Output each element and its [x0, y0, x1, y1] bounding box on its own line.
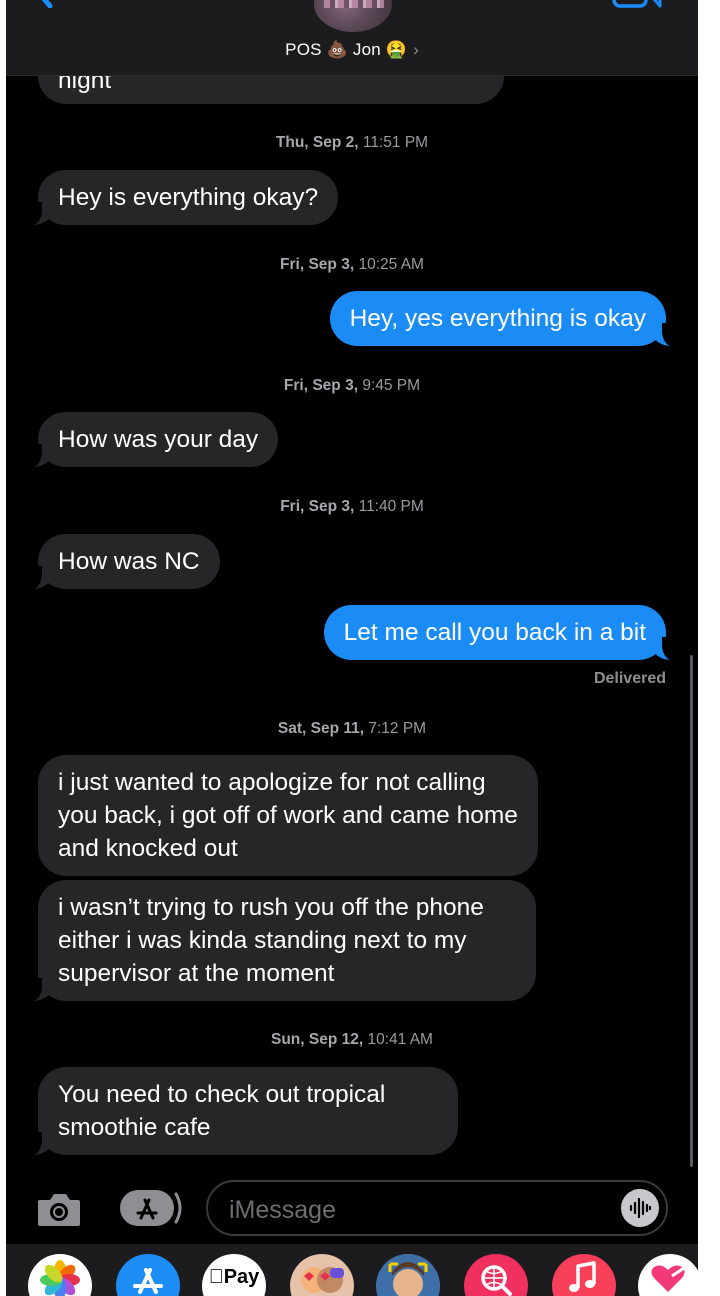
timestamp: Fri, Sep 3, 10:25 AM [6, 256, 698, 274]
message-bubble-incoming[interactable]: How was your day [23, 412, 279, 468]
message-bubble-incoming[interactable]: night [38, 76, 504, 104]
timestamp: Fri, Sep 3, 9:45 PM [6, 377, 698, 395]
message-text: Let me call you back in a bit [343, 619, 646, 646]
message-bubble-incoming[interactable]: How was NC [24, 534, 220, 590]
contact-name: POS 💩 Jon 🤮 [285, 40, 408, 59]
timestamp-day: Fri, Sep 3, [280, 498, 355, 515]
message-bubble-incoming[interactable]: Hey is everything okay? [23, 170, 339, 226]
app-drawer: Pay [6, 1244, 698, 1296]
audio-message-icon[interactable] [621, 1189, 659, 1227]
timestamp-day: Sat, Sep 11, [277, 720, 365, 737]
message-text: night [58, 76, 112, 94]
delivered-status: Delivered [593, 670, 666, 687]
timestamp-time: 10:25 AM [358, 256, 424, 273]
timestamp: Thu, Sep 2, 11:51 PM [6, 134, 698, 152]
contact-name-button[interactable]: POS 💩 Jon 🤮 › [6, 40, 698, 60]
timestamp-day: Fri, Sep 3, [283, 377, 359, 394]
imessage-input[interactable]: iMessage [206, 1180, 668, 1236]
message-text: i wasn’t trying to rush you off the phon… [58, 894, 484, 987]
message-text: Hey, yes everything is okay [349, 305, 646, 332]
message-bubble-incoming[interactable]: i just wanted to apologize for not calli… [38, 755, 538, 876]
message-text: i just wanted to apologize for not calli… [58, 769, 518, 862]
timestamp-day: Thu, Sep 2, [275, 134, 359, 151]
timestamp: Sat, Sep 11, 7:12 PM [6, 720, 698, 738]
timestamp-day: Fri, Sep 3, [280, 256, 355, 273]
video-camera-icon[interactable] [612, 0, 662, 10]
message-thread[interactable]: night Thu, Sep 2, 11:51 PM Hey is everyt… [6, 76, 698, 1182]
conversation-header: POS 💩 Jon 🤮 › [6, 0, 698, 76]
message-text: How was your day [58, 426, 259, 453]
apple-pay-app-icon[interactable]: Pay [202, 1254, 266, 1296]
photos-app-icon[interactable] [28, 1254, 92, 1296]
back-chevron-icon[interactable] [36, 0, 102, 8]
message-composer: iMessage [6, 1172, 698, 1244]
timestamp-time: 10:41 AM [367, 1031, 433, 1048]
timestamp-time: 9:45 PM [362, 377, 421, 394]
apple-logo-icon:  [209, 1266, 224, 1288]
imessage-placeholder: iMessage [229, 1196, 336, 1224]
timestamp-time: 11:40 PM [358, 498, 424, 515]
timestamp-time: 11:51 PM [362, 134, 429, 151]
scrollbar[interactable] [690, 655, 693, 1167]
message-bubble-outgoing[interactable]: Let me call you back in a bit [323, 605, 681, 661]
timestamp: Sun, Sep 12, 10:41 AM [6, 1031, 698, 1049]
message-bubble-outgoing[interactable]: Hey, yes everything is okay [329, 291, 681, 347]
music-app-icon[interactable] [552, 1254, 616, 1296]
message-text: Hey is everything okay? [58, 184, 319, 211]
contact-avatar[interactable] [314, 0, 392, 32]
message-text: How was NC [58, 548, 200, 575]
message-bubble-incoming[interactable]: i wasn’t trying to rush you off the phon… [24, 880, 536, 1002]
message-bubble-incoming[interactable]: You need to check out tropical smoothie … [24, 1067, 458, 1156]
timestamp-time: 7:12 PM [368, 720, 427, 737]
timestamp-day: Sun, Sep 12, [271, 1031, 364, 1048]
camera-icon[interactable] [36, 1192, 82, 1228]
chevron-right-icon: › [413, 40, 419, 59]
web-images-app-icon[interactable] [464, 1254, 528, 1296]
app-store-icon[interactable] [118, 1188, 186, 1228]
memoji-app-icon[interactable] [376, 1254, 440, 1296]
memoji-stickers-app-icon[interactable] [290, 1254, 354, 1296]
timestamp: Fri, Sep 3, 11:40 PM [6, 498, 698, 516]
apple-pay-label: Pay [216, 1266, 260, 1288]
app-store-app-icon[interactable] [116, 1254, 180, 1296]
heart-app-icon[interactable] [638, 1254, 698, 1296]
messages-screen: POS 💩 Jon 🤮 › night Thu, Sep 2, 11:51 PM … [6, 0, 698, 1296]
message-text: You need to check out tropical smoothie … [58, 1081, 386, 1141]
